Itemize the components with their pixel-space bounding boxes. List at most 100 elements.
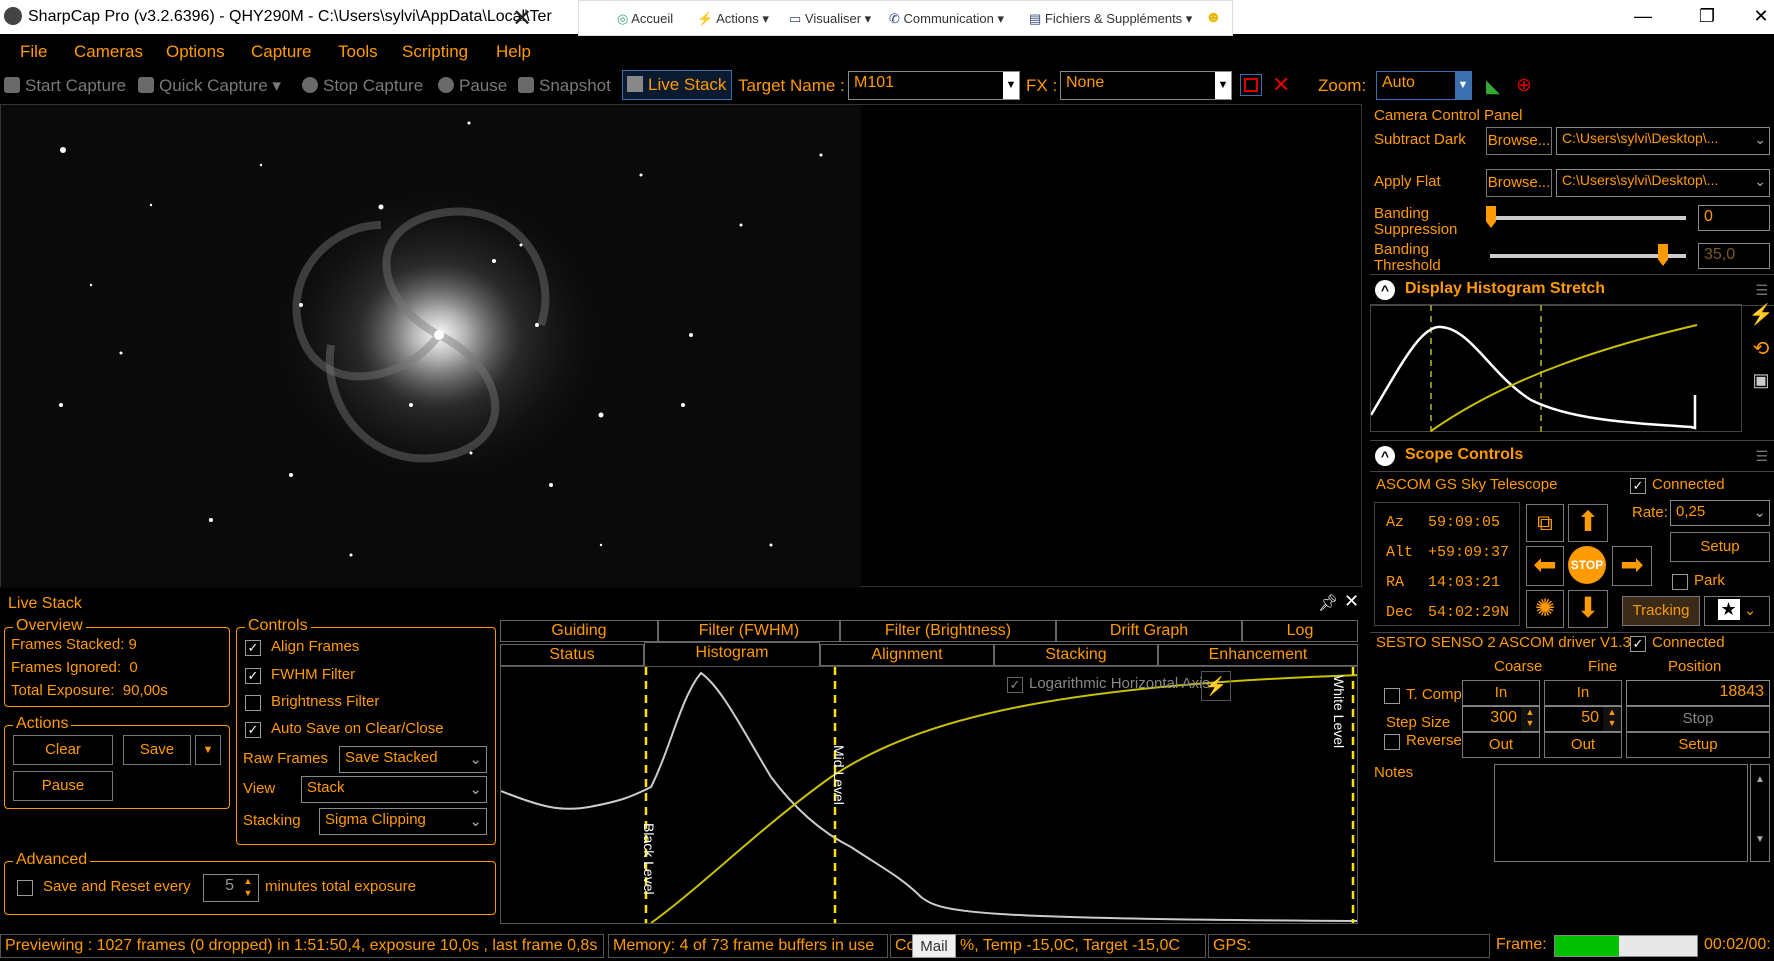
sun-icon[interactable]: ✺ [1526,590,1564,628]
coarse-in-button[interactable]: In [1462,680,1540,706]
remote-view-item[interactable]: ▭ Visualiser ▾ [789,11,871,27]
banding-threshold-slider[interactable] [1490,254,1686,258]
fine-step-input[interactable]: 50 ▲ ▼ [1544,706,1622,732]
banding-suppression-value[interactable]: 0 [1698,205,1770,231]
goto-icon[interactable]: ⧉ [1526,504,1564,542]
histogram-icon[interactable]: ◣ [1486,76,1500,97]
menu-scripting[interactable]: Scripting [402,42,468,62]
histogram-stretch-graph[interactable] [1369,304,1742,433]
stop-capture-button[interactable]: Stop Capture [302,76,423,96]
remote-communication-item[interactable]: ✆ Communication ▾ [889,11,1004,27]
stacking-select[interactable]: Sigma Clipping ⌄ [319,808,487,835]
collapse-icon[interactable]: ^ [1375,446,1395,466]
rate-select[interactable]: 0,25 ⌄ [1670,500,1770,526]
chevron-down-icon[interactable]: ▼ [1215,72,1231,99]
tab-stacking[interactable]: Stacking [994,644,1158,666]
log-axis-checkbox[interactable]: ✓ [1007,677,1023,693]
chevron-down-icon[interactable]: ⌄ [469,780,482,798]
close-remote-icon[interactable]: ✕ [512,4,532,33]
save-button[interactable]: Save [123,735,191,765]
notes-textarea[interactable] [1494,764,1748,862]
park-checkbox[interactable] [1672,574,1688,590]
raw-frames-select[interactable]: Save Stacked ⌄ [339,746,487,773]
tab-guiding[interactable]: Guiding [500,620,658,642]
image-view[interactable] [0,104,1362,588]
tab-log[interactable]: Log [1242,620,1358,642]
telescope-connected-checkbox[interactable]: ✓ [1630,478,1646,494]
reticle-icon[interactable]: ⊕ [1516,74,1532,97]
restore-button[interactable]: ❐ [1694,6,1720,28]
tab-histogram[interactable]: Histogram [644,642,820,666]
chevron-down-icon[interactable]: ▼ [1455,72,1471,99]
snapshot-button[interactable]: Snapshot [518,76,611,96]
arrow-down-icon[interactable]: ⬇ [1568,590,1608,628]
spinner-icon[interactable]: ▲ ▼ [1521,707,1539,731]
chevron-down-icon[interactable]: ⌄ [469,812,482,830]
fine-in-button[interactable]: In [1544,680,1622,706]
clear-button[interactable]: Clear [13,735,113,765]
apply-flat-path-select[interactable]: C:\Users\sylvi\Desktop\... ⌄ [1556,169,1770,197]
tab-status[interactable]: Status [500,644,644,666]
star-select[interactable]: ★ ⌄ [1704,596,1770,626]
remote-home-item[interactable]: ◎ Accueil [617,11,673,27]
tab-alignment[interactable]: Alignment [820,644,994,666]
banding-suppression-thumb[interactable] [1486,206,1496,228]
arrow-right-icon[interactable]: ➡ [1612,546,1652,586]
save-reset-checkbox[interactable] [17,880,33,896]
coarse-out-button[interactable]: Out [1462,732,1540,758]
focuser-stop-button[interactable]: Stop [1626,706,1770,732]
t-comp-checkbox[interactable] [1384,688,1400,704]
lightning-icon[interactable]: ⚡ [1201,671,1231,701]
live-stack-histogram[interactable]: ✓ Logarithmic Horizontal Axis ⚡ Black Le… [500,666,1358,924]
align-frames-checkbox[interactable]: ✓ [245,640,261,656]
scope-setup-button[interactable]: Setup [1670,532,1770,562]
arrow-left-icon[interactable]: ⬅ [1526,546,1564,586]
notes-scrollbar[interactable]: ▲ ▼ [1750,764,1770,862]
tab-enhancement[interactable]: Enhancement [1158,644,1358,666]
banding-suppression-slider[interactable] [1490,216,1686,220]
tab-filter-brightness[interactable]: Filter (Brightness) [840,620,1056,642]
chevron-down-icon[interactable]: ⌄ [1754,173,1766,190]
subtract-dark-path-select[interactable]: C:\Users\sylvi\Desktop\... ⌄ [1556,127,1770,155]
lightning-icon[interactable]: ⚡ [1748,302,1774,328]
tracking-button[interactable]: Tracking [1622,596,1700,626]
menu-help[interactable]: Help [496,42,531,62]
minimize-button[interactable]: — [1630,6,1656,28]
menu-tools[interactable]: Tools [338,42,378,62]
apply-flat-browse-button[interactable]: Browse... [1486,169,1552,197]
menu-icon[interactable]: ☰ [1755,448,1768,465]
remote-actions-item[interactable]: ⚡ Actions ▾ [697,11,769,27]
roi-select-icon[interactable] [1240,74,1262,96]
pin-icon[interactable]: 📌︎ [1318,593,1338,613]
fwhm-filter-checkbox[interactable]: ✓ [245,668,261,684]
quick-capture-button[interactable]: Quick Capture ▾ [138,76,281,96]
tab-drift-graph[interactable]: Drift Graph [1056,620,1242,642]
menu-capture[interactable]: Capture [251,42,311,62]
fx-select[interactable]: None ▼ [1060,71,1232,100]
arrow-up-icon[interactable]: ⬆ [1568,504,1608,542]
coarse-step-input[interactable]: 300 ▲ ▼ [1462,706,1540,732]
position-value[interactable]: 18843 [1626,680,1770,706]
focuser-setup-button[interactable]: Setup [1626,732,1770,758]
histogram-stretch-header[interactable]: ^ Display Histogram Stretch ☰ [1370,274,1774,306]
scope-controls-header[interactable]: ^ Scope Controls ☰ [1370,440,1774,472]
start-capture-button[interactable]: Start Capture [4,76,126,96]
menu-options[interactable]: Options [166,42,225,62]
reset-icon[interactable]: ⟲ [1748,336,1774,362]
stop-button[interactable]: STOP [1568,546,1608,586]
minutes-input[interactable]: 5 ▲ ▼ [203,874,259,902]
auto-save-checkbox[interactable]: ✓ [245,722,261,738]
tab-filter-fwhm[interactable]: Filter (FWHM) [658,620,840,642]
pause-stack-button[interactable]: Pause [13,771,113,801]
spinner-icon[interactable]: ▲ ▼ [1603,707,1621,731]
banding-threshold-thumb[interactable] [1658,244,1668,266]
menu-cameras[interactable]: Cameras [74,42,143,62]
pause-button[interactable]: Pause [438,76,507,96]
spinner-icon[interactable]: ▲ ▼ [238,875,258,901]
live-stack-button[interactable]: Live Stack [622,70,732,100]
save-icon[interactable]: ▣ [1748,370,1774,396]
fine-out-button[interactable]: Out [1544,732,1622,758]
close-panel-icon[interactable]: ✕ [1344,591,1359,612]
collapse-icon[interactable]: ^ [1375,280,1395,300]
chevron-down-icon[interactable]: ▼ [1003,72,1019,99]
